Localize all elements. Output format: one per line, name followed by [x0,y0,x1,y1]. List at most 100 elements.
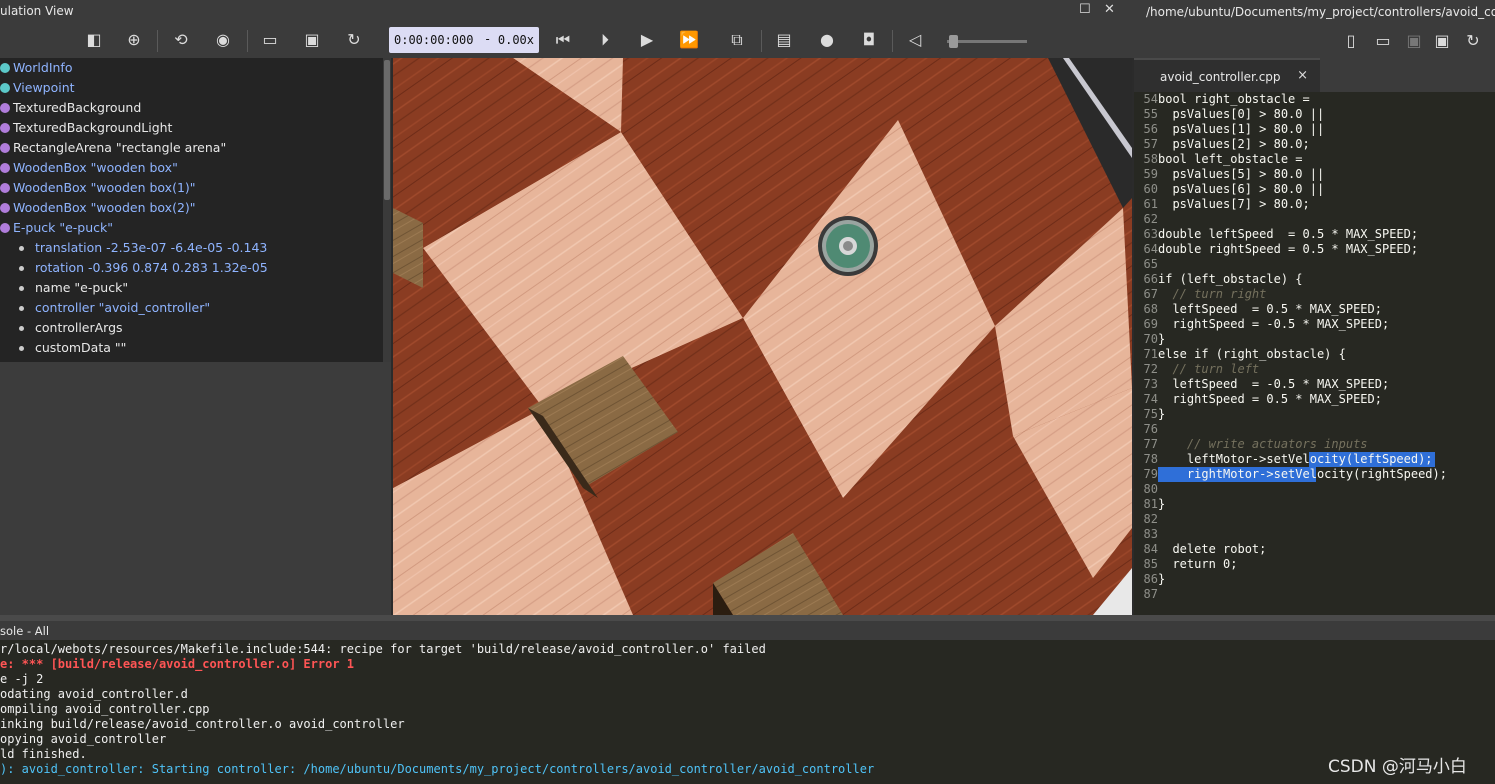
step-back-icon[interactable]: ⏮ [553,30,573,50]
time-separator: - [484,32,492,46]
text-editor-header: /home/ubuntu/Documents/my_project/contro… [1132,0,1495,58]
tree-field[interactable]: controller "avoid_controller" [0,298,383,318]
tree-field[interactable]: rotation -0.396 0.874 0.283 1.32e-05 [0,258,383,278]
revert-file-icon[interactable]: ↻ [1463,31,1483,51]
toggle-panel-icon[interactable]: ◧ [84,30,104,50]
tree-node[interactable]: WorldInfo [0,58,383,78]
tree-node[interactable]: TexturedBackgroundLight [0,118,383,138]
maximize-icon[interactable]: ☐ [1079,2,1091,17]
tab-avoid-controller[interactable]: avoid_controller.cpp × [1134,58,1320,94]
fullscreen-icon[interactable]: ⧉ [727,30,747,50]
simulation-speed: 0.00x [497,33,534,47]
code-line: 85 return 0; [1143,557,1238,571]
field-icon [19,346,24,351]
arena-render[interactable] [393,58,1132,615]
console-header: sole - All [0,621,1495,640]
simulation-time: 0:00:00:000 [394,33,474,47]
console-line: ld finished. [0,747,87,761]
field-icon [19,326,24,331]
console-line: opying avoid_controller [0,732,167,746]
editor-file-path: /home/ubuntu/Documents/my_project/contro… [1146,5,1495,19]
code-line: 54bool right_obstacle = [1143,92,1310,106]
simulation-time-display: 0:00:00:000 - 0.00x [389,27,539,53]
code-line: 76 [1143,422,1158,436]
tree-field[interactable]: controllerArgs [0,318,383,338]
tree-node[interactable]: WoodenBox "wooden box(1)" [0,178,383,198]
field-icon [19,286,24,291]
tree-field[interactable]: translation -2.53e-07 -6.4e-05 -0.143 [0,238,383,258]
toolbar-divider [247,30,248,52]
code-line: 55 psValues[0] > 80.0 || [1143,107,1325,121]
tab-label: avoid_controller.cpp [1160,70,1281,84]
code-line: 84 delete robot; [1143,542,1267,556]
tree-node[interactable]: TexturedBackground [0,98,383,118]
tree-field[interactable]: name "e-puck" [0,278,383,298]
field-icon [19,246,24,251]
code-line: 60 psValues[6] > 80.0 || [1143,182,1325,196]
node-icon [0,203,10,213]
tree-node[interactable]: WoodenBox "wooden box" [0,158,383,178]
open-file-icon[interactable]: ▭ [1373,31,1393,51]
e-puck-robot[interactable] [818,216,878,276]
scrollbar-thumb[interactable] [384,60,390,200]
volume-slider[interactable] [947,35,1027,48]
scene-tree-scrollbar[interactable] [383,58,391,362]
code-line: 69 rightSpeed = -0.5 * MAX_SPEED; [1143,317,1390,331]
3d-viewport[interactable] [393,58,1132,615]
record-movie-icon[interactable]: ▤ [774,30,794,50]
add-node-icon[interactable]: ⊕ [124,30,144,50]
tree-node-label: WorldInfo [13,60,73,75]
record-icon[interactable]: ● [817,30,837,50]
close-tab-icon[interactable]: × [1297,68,1308,83]
node-icon [0,223,10,233]
code-line: 81} [1143,497,1166,511]
play-icon[interactable]: ▶ [637,30,657,50]
code-line: 74 rightSpeed = 0.5 * MAX_SPEED; [1143,392,1382,406]
open-icon[interactable]: ▭ [260,30,280,50]
fast-forward-icon[interactable]: ⏩ [679,30,699,50]
code-line: 83 [1143,527,1158,541]
code-line: 78 leftMotor->setVelocity(leftSpeed); [1143,452,1433,466]
code-line: 73 leftSpeed = -0.5 * MAX_SPEED; [1143,377,1390,391]
code-line: 56 psValues[1] > 80.0 || [1143,122,1325,136]
code-line: 62 [1143,212,1158,226]
code-line: 71else if (right_obstacle) { [1143,347,1346,361]
close-icon[interactable]: ✕ [1104,2,1115,17]
mute-icon[interactable]: ◁ [905,30,925,50]
save-icon[interactable]: ▣ [1404,31,1424,51]
scene-tree: WorldInfo Viewpoint TexturedBackground T… [0,58,383,362]
tree-field-label: controllerArgs [35,320,123,335]
tree-node[interactable]: Viewpoint [0,78,383,98]
tree-node-label: E-puck "e-puck" [13,220,114,235]
code-line: 63double leftSpeed = 0.5 * MAX_SPEED; [1143,227,1419,241]
code-line: 87 [1143,587,1158,601]
tree-node[interactable]: E-puck "e-puck" [0,218,383,238]
volume-slider-knob[interactable] [949,35,958,48]
code-line: 72 // turn left [1143,362,1260,376]
reload-world-icon[interactable]: ⟲ [171,30,191,50]
save-all-icon[interactable]: ▣ [1432,31,1452,51]
screenshot-icon[interactable]: ◘ [859,30,879,50]
tree-field[interactable]: customData "" [0,338,383,358]
code-line: 79 rightMotor->setVelocity(rightSpeed); [1143,467,1447,481]
console-line: inking build/release/avoid_controller.o … [0,717,405,731]
tree-field-label: controller "avoid_controller" [35,300,211,315]
tree-node-label: TexturedBackgroundLight [13,120,173,135]
code-editor[interactable]: 54bool right_obstacle = 55 psValues[0] >… [1134,92,1495,615]
step-icon[interactable]: ⏵ [595,30,615,50]
new-file-icon[interactable]: ▯ [1341,31,1361,51]
console-title: sole - All [0,624,50,638]
view-icon[interactable]: ◉ [213,30,233,50]
simulation-title-bar: ulation View ☐ ✕ [0,0,1132,23]
tree-node[interactable]: RectangleArena "rectangle arena" [0,138,383,158]
revert-icon[interactable]: ↻ [344,30,364,50]
tree-node[interactable]: WoodenBox "wooden box(2)" [0,198,383,218]
tree-field-label: customData "" [35,340,127,355]
save-icon[interactable]: ▣ [302,30,322,50]
console-line: r/local/webots/resources/Makefile.includ… [0,642,766,656]
console-output[interactable]: r/local/webots/resources/Makefile.includ… [0,640,1495,784]
console-line: e -j 2 [0,672,44,686]
tree-node-label: WoodenBox "wooden box" [13,160,178,175]
tree-node-label: WoodenBox "wooden box(1)" [13,180,196,195]
console-line-error: e: *** [build/release/avoid_controller.o… [0,657,355,671]
